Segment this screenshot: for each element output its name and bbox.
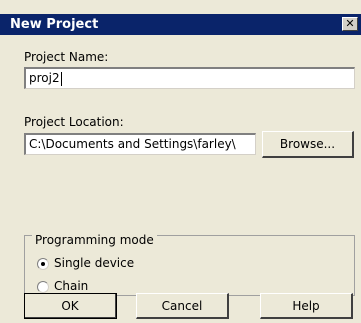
dialog-title: New Project: [10, 17, 99, 32]
close-button[interactable]: ✕: [342, 17, 358, 31]
project-name-label: Project Name:: [24, 50, 109, 64]
project-name-value: proj2: [29, 71, 60, 85]
ok-button[interactable]: OK: [24, 293, 117, 319]
new-project-dialog: New Project ✕ Project Name: proj2 Projec…: [0, 0, 361, 323]
help-button[interactable]: Help: [260, 293, 353, 319]
close-icon: ✕: [345, 17, 355, 30]
title-bar: New Project ✕: [0, 14, 361, 35]
programming-mode-legend: Programming mode: [32, 233, 157, 247]
project-name-input[interactable]: proj2: [24, 67, 355, 89]
project-location-value: C:\Documents and Settings\farley\: [29, 137, 236, 151]
chain-radio[interactable]: [37, 281, 49, 293]
single-device-radio[interactable]: [37, 258, 49, 270]
single-device-label[interactable]: Single device: [54, 256, 134, 271]
radio-selected-dot: [41, 262, 45, 266]
project-location-input[interactable]: C:\Documents and Settings\farley\: [24, 133, 256, 155]
project-location-label: Project Location:: [24, 115, 124, 129]
chain-label[interactable]: Chain: [54, 279, 88, 294]
cancel-button[interactable]: Cancel: [136, 293, 229, 319]
browse-button[interactable]: Browse...: [262, 131, 354, 158]
text-caret: [60, 71, 62, 86]
